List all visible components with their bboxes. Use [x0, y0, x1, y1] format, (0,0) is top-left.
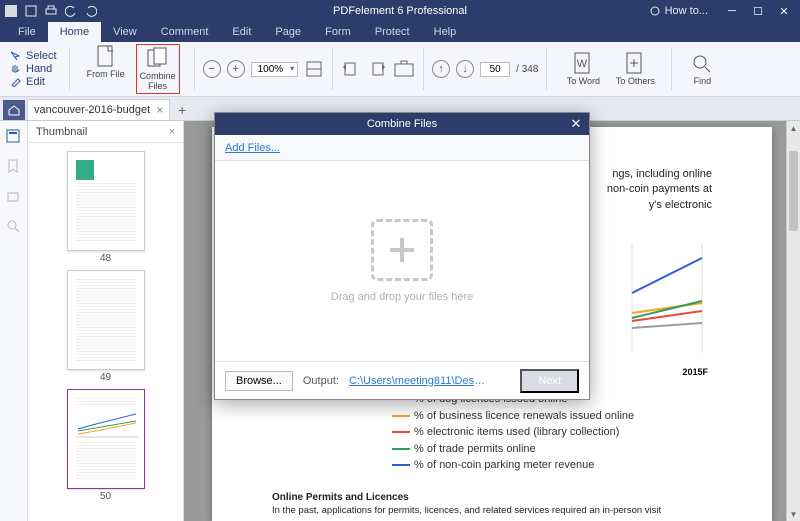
scroll-down-arrow[interactable]: ▼ [787, 507, 800, 521]
print-icon[interactable] [44, 4, 58, 18]
output-label: Output: [303, 375, 339, 387]
thumbnail-item: 49 [67, 270, 145, 383]
howto-link[interactable]: How to... [649, 5, 708, 17]
browse-button[interactable]: Browse... [225, 371, 293, 391]
thumbnail-panel: Thumbnail × 48 49 50 [28, 121, 184, 521]
search-icon[interactable] [6, 219, 22, 235]
zoom-group: − + 100% [203, 59, 325, 79]
menu-comment[interactable]: Comment [149, 22, 221, 42]
add-files-link[interactable]: Add Files... [225, 142, 280, 154]
to-word-icon: W [570, 51, 596, 77]
home-tab[interactable] [3, 100, 25, 120]
page-input[interactable] [480, 62, 510, 77]
page-up-button[interactable]: ↑ [432, 60, 450, 78]
combine-files-button[interactable]: Combine Files [136, 44, 180, 94]
document-tab[interactable]: vancouver-2016-budget × [27, 99, 170, 120]
to-others-icon [622, 51, 648, 77]
home-icon [7, 104, 21, 116]
from-file-icon [93, 44, 119, 70]
thumbnail-title: Thumbnail [36, 126, 87, 138]
menu-file[interactable]: File [6, 22, 48, 42]
bookmarks-icon[interactable] [6, 159, 22, 175]
from-file-button[interactable]: From File [84, 44, 128, 94]
undo-icon[interactable] [64, 4, 78, 18]
dialog-title: Combine Files [367, 118, 437, 130]
app-title: PDFelement 6 Professional [333, 5, 467, 17]
find-icon [689, 51, 715, 77]
drop-label: Drag and drop your files here [331, 291, 473, 303]
dialog-titlebar: Combine Files ✕ [215, 113, 589, 135]
zoom-out-button[interactable]: − [203, 60, 221, 78]
chart-legend: % of dog licences issued online% of busi… [392, 391, 712, 474]
drop-zone[interactable]: Drag and drop your files here [215, 161, 589, 361]
thumbnail-close-icon[interactable]: × [169, 126, 175, 138]
next-button[interactable]: Next [520, 369, 579, 393]
ribbon-tools: Select Hand Edit [6, 48, 61, 90]
thumbnail-list[interactable]: 48 49 50 [28, 143, 183, 521]
zoom-select[interactable]: 100% [251, 62, 299, 77]
menu-edit[interactable]: Edit [220, 22, 263, 42]
menu-form[interactable]: Form [313, 22, 363, 42]
tab-close-icon[interactable]: × [156, 103, 163, 117]
menu-help[interactable]: Help [422, 22, 469, 42]
dialog-close-button[interactable]: ✕ [567, 115, 585, 133]
to-word-button[interactable]: W To Word [561, 51, 605, 87]
minimize-button[interactable]: ─ [720, 2, 744, 20]
section-body: In the past, applications for permits, l… [272, 505, 712, 516]
page-nav: ↑ ↓ / 348 [432, 60, 538, 78]
redo-icon[interactable] [84, 4, 98, 18]
rotate-left-icon[interactable] [341, 59, 361, 79]
app-logo-icon [4, 4, 18, 18]
svg-text:W: W [577, 58, 588, 70]
menu-view[interactable]: View [101, 22, 149, 42]
combine-files-dialog: Combine Files ✕ Add Files... Drag and dr… [214, 112, 590, 400]
output-path-link[interactable]: C:\Users\meeting811\Desktop\PDFele... [349, 375, 489, 387]
thumbnails-icon[interactable] [6, 129, 22, 145]
scroll-up-arrow[interactable]: ▲ [787, 121, 800, 135]
to-others-button[interactable]: To Others [613, 51, 657, 87]
ribbon: Select Hand Edit From File Combine Files… [0, 42, 800, 97]
add-tab-button[interactable]: + [172, 100, 192, 120]
edit-tool[interactable]: Edit [10, 76, 45, 88]
howto-label: How to... [665, 5, 708, 17]
maximize-button[interactable]: ☐ [746, 2, 770, 20]
menu-protect[interactable]: Protect [363, 22, 422, 42]
side-rail [0, 121, 28, 521]
tab-label: vancouver-2016-budget [34, 104, 150, 116]
find-button[interactable]: Find [680, 51, 724, 87]
section-heading: Online Permits and Licences [272, 492, 712, 503]
drop-icon [371, 219, 433, 281]
scroll-thumb[interactable] [789, 151, 798, 231]
thumbnail-item: 48 [67, 151, 145, 264]
attachments-icon[interactable] [6, 189, 22, 205]
fit-width-icon[interactable] [304, 59, 324, 79]
hand-tool[interactable]: Hand [10, 63, 52, 75]
menu-home[interactable]: Home [48, 22, 101, 42]
close-button[interactable]: ✕ [772, 2, 796, 20]
vertical-scrollbar[interactable]: ▲ ▼ [786, 121, 800, 521]
screenshot-icon[interactable] [393, 59, 415, 79]
zoom-in-button[interactable]: + [227, 60, 245, 78]
bulb-icon [649, 5, 661, 17]
page-total: / 348 [516, 64, 538, 75]
save-icon[interactable] [24, 4, 38, 18]
page-down-button[interactable]: ↓ [456, 60, 474, 78]
titlebar: PDFelement 6 Professional How to... ─ ☐ … [0, 0, 800, 22]
menubar: File Home View Comment Edit Page Form Pr… [0, 22, 800, 42]
rotate-right-icon[interactable] [367, 59, 387, 79]
select-tool[interactable]: Select [10, 50, 57, 62]
menu-page[interactable]: Page [263, 22, 313, 42]
thumbnail-item: 50 [67, 389, 145, 502]
combine-files-icon [145, 46, 171, 72]
